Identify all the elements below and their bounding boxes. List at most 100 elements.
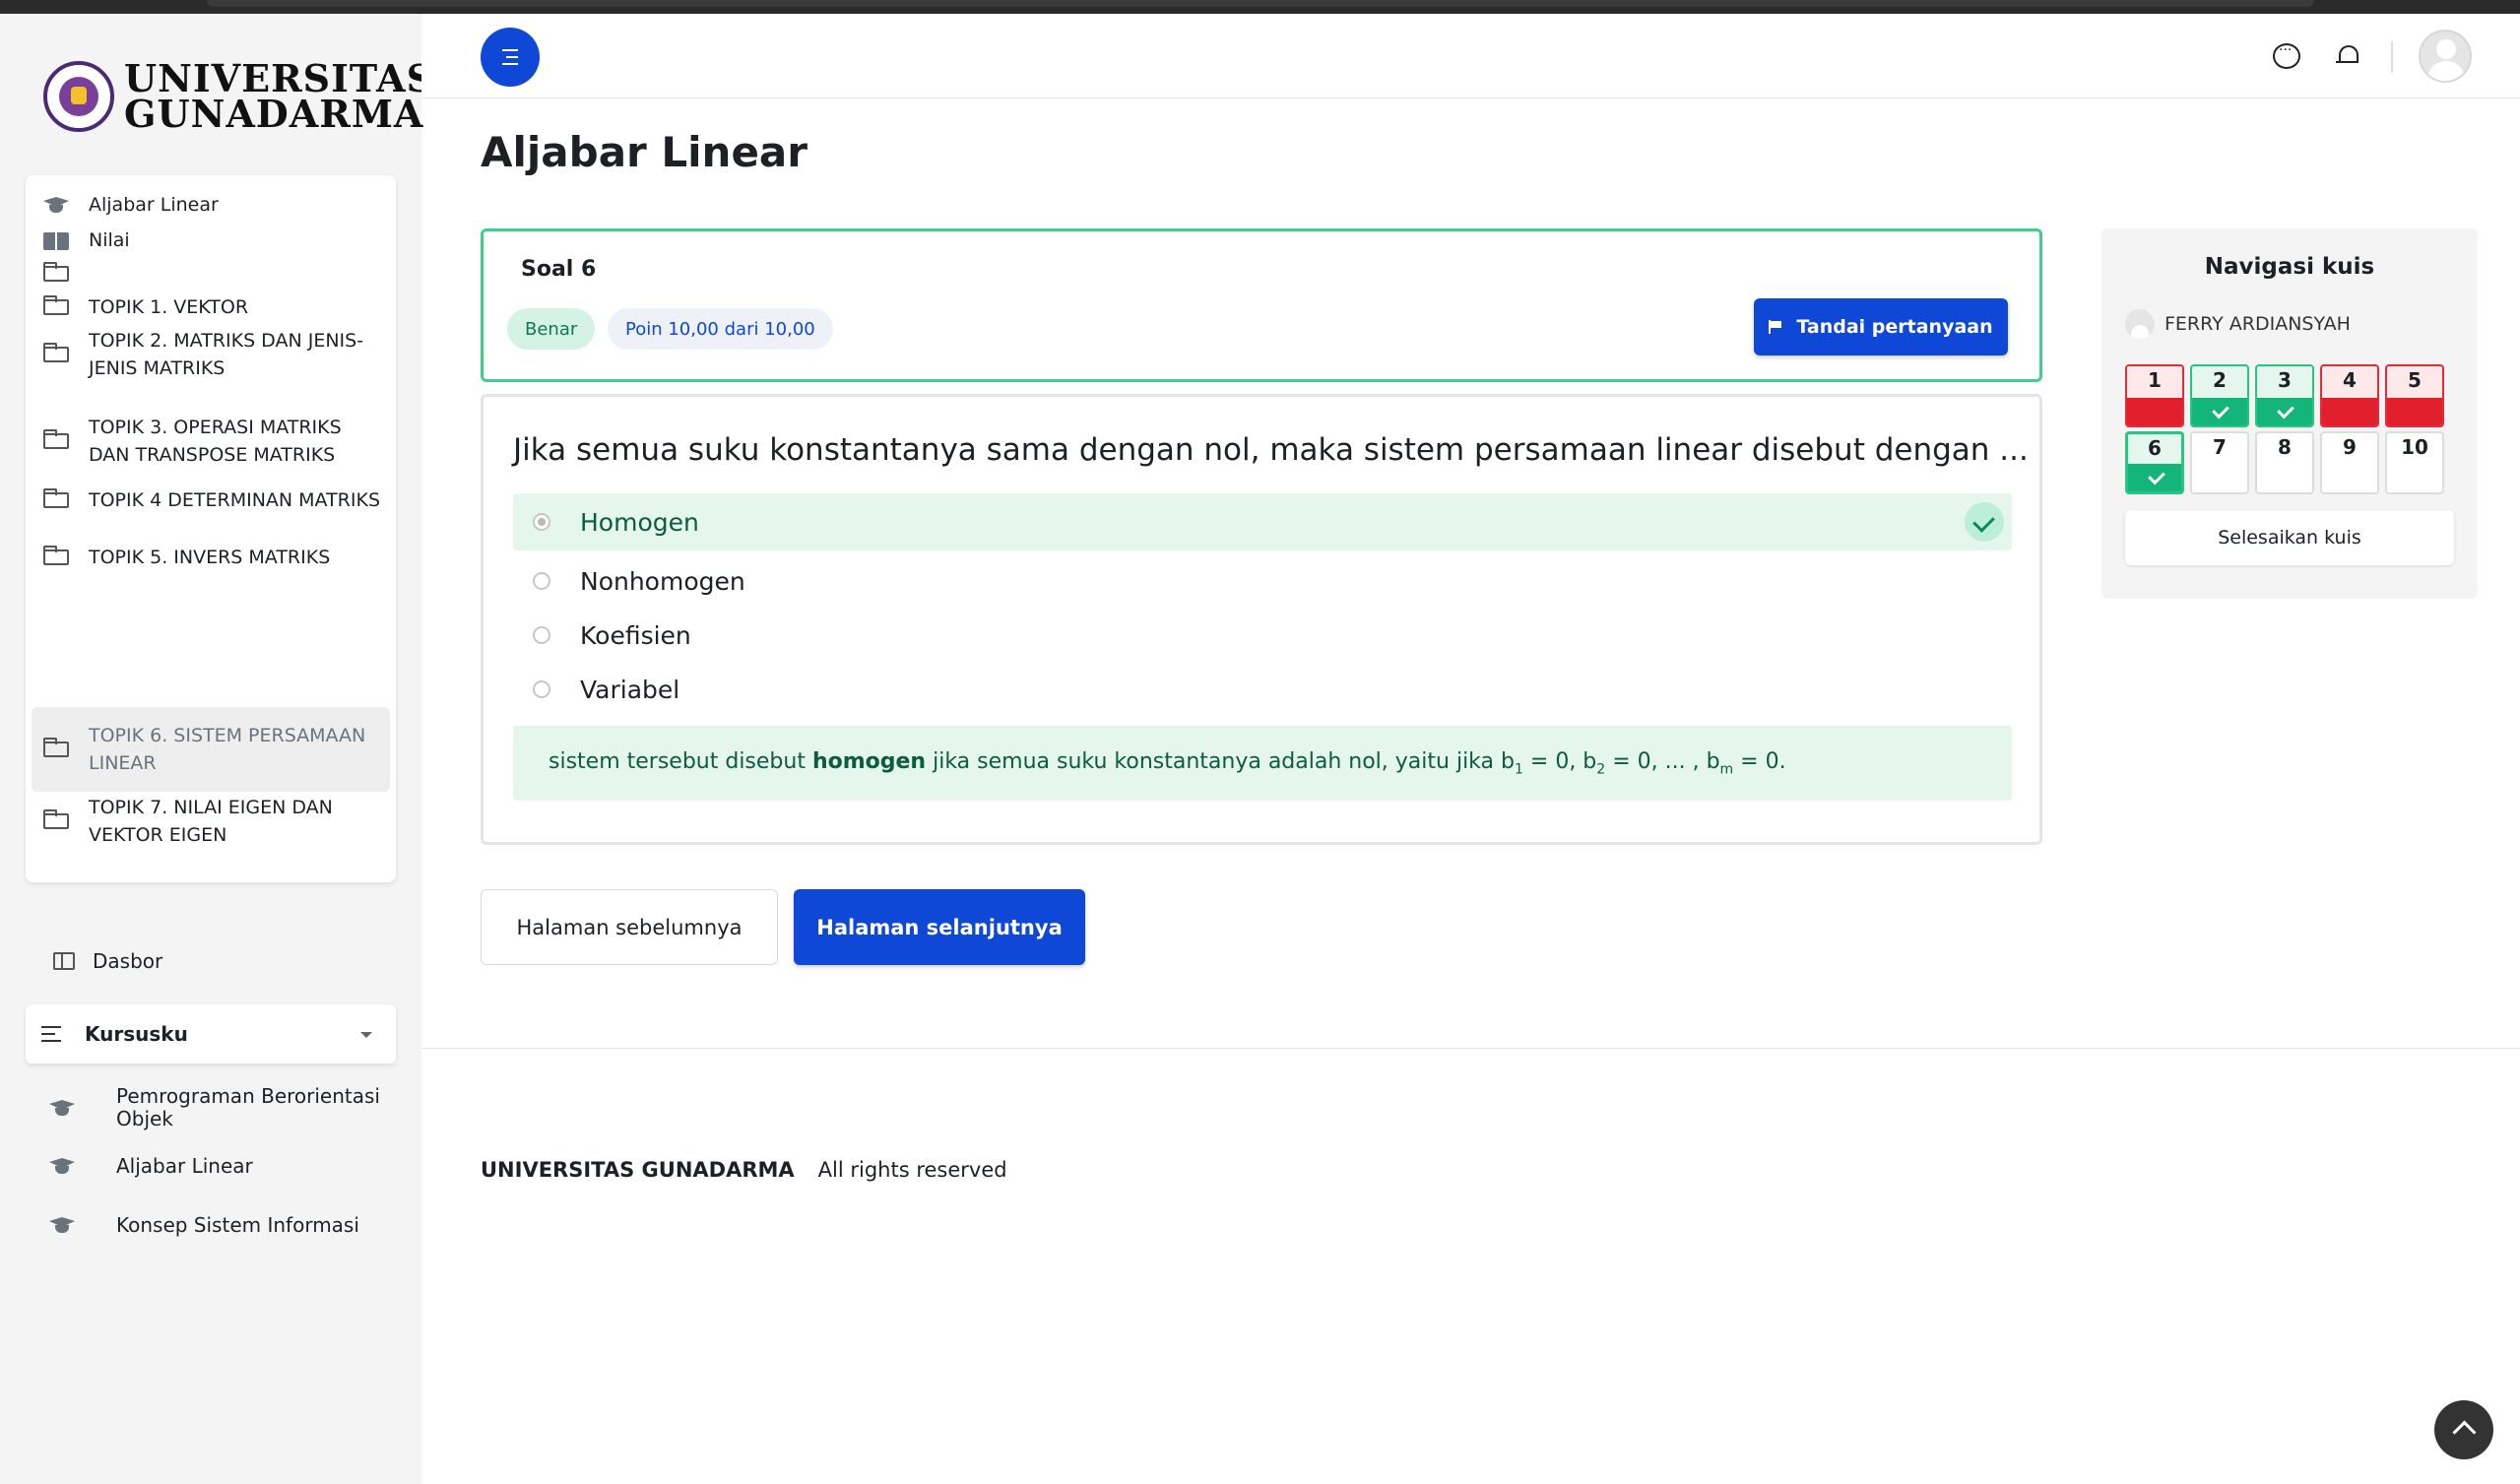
quiz-nav-question-button[interactable]: 10 bbox=[2385, 431, 2444, 494]
nav-dashboard[interactable]: Dasbor bbox=[53, 949, 162, 973]
question-info: Soal 6 Benar Poin 10,00 dari 10,00 Tanda… bbox=[481, 228, 2042, 382]
quiz-nav-question-button[interactable]: 1 bbox=[2125, 364, 2184, 427]
logo-text: UNIVERSITAS GUNADARMA bbox=[124, 60, 434, 136]
footer-rights: All rights reserved bbox=[817, 1158, 1007, 1182]
sidebar: UNIVERSITAS GUNADARMA Aljabar Linear Nil… bbox=[0, 14, 433, 1484]
course-index-label: TOPIK 6. SISTEM PERSAMAAN LINEAR bbox=[89, 725, 366, 774]
nav-dashboard-label: Dasbor bbox=[93, 949, 163, 973]
finish-quiz-button[interactable]: Selesaikan kuis bbox=[2125, 510, 2454, 565]
quiz-nav-question-button[interactable]: 7 bbox=[2190, 431, 2249, 494]
answer-option[interactable]: Homogen bbox=[513, 493, 2012, 550]
my-course-label: Pemrograman Berorientasi Objek bbox=[116, 1084, 380, 1130]
next-page-button[interactable]: Halaman selanjutnya bbox=[794, 889, 1085, 965]
logo-line2: GUNADARMA bbox=[124, 92, 424, 136]
page-title: Aljabar Linear bbox=[481, 128, 808, 176]
my-course-item[interactable]: Aljabar Linear bbox=[49, 1146, 384, 1186]
bell-icon[interactable] bbox=[2334, 43, 2361, 69]
course-index: Aljabar Linear Nilai TOPIK 1. VEKTOR TOP… bbox=[26, 175, 396, 882]
course-index-item-topic-1[interactable]: TOPIK 1. VEKTOR bbox=[26, 288, 396, 327]
window-top-bar bbox=[0, 0, 2520, 14]
quiz-nav-question-button[interactable]: 2 bbox=[2190, 364, 2249, 427]
quiz-nav-question-button[interactable]: 3 bbox=[2255, 364, 2314, 427]
course-index-label: TOPIK 1. VEKTOR bbox=[89, 296, 249, 318]
quiz-navigation: Navigasi kuis FERRY ARDIANSYAH 1 2 3 4 5… bbox=[2101, 228, 2478, 599]
back-to-top-button[interactable] bbox=[2434, 1400, 2493, 1459]
book-icon bbox=[43, 230, 69, 250]
answer-feedback: sistem tersebut disebut homogen jika sem… bbox=[513, 726, 2012, 801]
question-state-badge: Benar bbox=[507, 308, 596, 350]
course-index-label: TOPIK 7. NILAI EIGEN DAN VEKTOR EIGEN bbox=[89, 797, 333, 846]
quiz-nav-question-button[interactable]: 9 bbox=[2320, 431, 2379, 494]
my-course-label: Aljabar Linear bbox=[116, 1153, 253, 1178]
my-course-label: Konsep Sistem Informasi bbox=[116, 1212, 359, 1237]
folder-icon bbox=[43, 546, 69, 565]
user-icon bbox=[2125, 309, 2155, 339]
previous-page-button[interactable]: Halaman sebelumnya bbox=[481, 889, 778, 965]
footer: UNIVERSITAS GUNADARMA All rights reserve… bbox=[481, 1158, 1007, 1182]
list-icon bbox=[41, 1026, 61, 1042]
user-avatar[interactable] bbox=[2419, 30, 2472, 83]
university-logo[interactable]: UNIVERSITAS GUNADARMA bbox=[43, 60, 434, 136]
graduation-cap-icon bbox=[49, 1215, 75, 1235]
folder-icon bbox=[43, 262, 69, 282]
header-divider bbox=[2391, 41, 2393, 73]
answer-label: Koefisien bbox=[580, 620, 691, 650]
check-icon bbox=[1965, 502, 2004, 542]
quiz-user: FERRY ARDIANSYAH bbox=[2125, 309, 2351, 339]
answer-option[interactable]: Variabel bbox=[513, 661, 2012, 718]
university-seal-icon bbox=[43, 61, 114, 132]
answer-radio[interactable] bbox=[533, 572, 550, 590]
course-index-item-topic-5[interactable]: TOPIK 5. INVERS MATRIKS bbox=[26, 538, 396, 577]
answer-label: Nonhomogen bbox=[580, 566, 745, 596]
chat-icon[interactable] bbox=[2273, 42, 2300, 69]
folder-icon bbox=[43, 295, 69, 315]
question-number: Soal 6 bbox=[521, 257, 597, 282]
course-index-label: TOPIK 3. OPERASI MATRIKS DAN TRANSPOSE M… bbox=[89, 417, 342, 466]
course-index-item-topic-7[interactable]: TOPIK 7. NILAI EIGEN DAN VEKTOR EIGEN bbox=[26, 792, 396, 851]
answer-radio[interactable] bbox=[533, 680, 550, 698]
quiz-navigation-title: Navigasi kuis bbox=[2204, 254, 2375, 280]
footer-brand: UNIVERSITAS GUNADARMA bbox=[481, 1158, 795, 1182]
folder-icon bbox=[43, 738, 69, 757]
folder-icon bbox=[43, 488, 69, 508]
folder-icon bbox=[43, 343, 69, 362]
my-courses-label: Kursusku bbox=[85, 1022, 188, 1046]
flag-question-label: Tandai pertanyaan bbox=[1796, 316, 1993, 338]
quiz-nav-question-button[interactable]: 8 bbox=[2255, 431, 2314, 494]
footer-divider bbox=[421, 1048, 2520, 1049]
quiz-nav-question-button[interactable]: 5 bbox=[2385, 364, 2444, 427]
answer-label: Variabel bbox=[580, 675, 680, 704]
quiz-user-name: FERRY ARDIANSYAH bbox=[2165, 313, 2351, 335]
graduation-cap-icon bbox=[43, 195, 69, 215]
question-points-badge: Poin 10,00 dari 10,00 bbox=[608, 308, 833, 350]
answer-radio[interactable] bbox=[533, 513, 550, 531]
course-index-item-topic-4[interactable]: TOPIK 4 DETERMINAN MATRIKS bbox=[26, 481, 396, 520]
answer-option[interactable]: Koefisien bbox=[513, 607, 2012, 664]
dashboard-icon bbox=[53, 952, 75, 970]
drawer-toggle-button[interactable] bbox=[481, 28, 540, 87]
question-content: Jika semua suku konstantanya sama dengan… bbox=[481, 394, 2042, 845]
quiz-nav-question-button[interactable]: 4 bbox=[2320, 364, 2379, 427]
course-index-item-topic-3[interactable]: TOPIK 3. OPERASI MATRIKS DAN TRANSPOSE M… bbox=[26, 412, 396, 471]
chevron-down-icon bbox=[360, 1032, 372, 1038]
course-index-item-topic-2[interactable]: TOPIK 2. MATRIKS DAN JENIS-JENIS MATRIKS bbox=[26, 325, 396, 384]
quiz-nav-question-button[interactable]: 6 bbox=[2125, 431, 2184, 494]
answer-label: Homogen bbox=[580, 507, 699, 537]
my-course-item[interactable]: Pemrograman Berorientasi Objek bbox=[49, 1081, 384, 1134]
course-index-label: TOPIK 2. MATRIKS DAN JENIS-JENIS MATRIKS bbox=[89, 330, 364, 379]
course-index-item-topic-6[interactable]: TOPIK 6. SISTEM PERSAMAAN LINEAR bbox=[32, 707, 390, 792]
question-text: Jika semua suku konstantanya sama dengan… bbox=[513, 432, 2029, 468]
page-header bbox=[421, 14, 2520, 98]
answer-option[interactable]: Nonhomogen bbox=[513, 552, 2012, 610]
my-course-item[interactable]: Konsep Sistem Informasi bbox=[49, 1205, 384, 1245]
my-courses-toggle[interactable]: Kursusku bbox=[26, 1004, 396, 1064]
course-index-item-course[interactable]: Aljabar Linear bbox=[26, 185, 396, 225]
course-index-label: Aljabar Linear bbox=[89, 194, 219, 216]
course-index-label: TOPIK 5. INVERS MATRIKS bbox=[89, 547, 331, 568]
answer-radio[interactable] bbox=[533, 626, 550, 644]
flag-icon bbox=[1769, 320, 1782, 334]
flag-question-button[interactable]: Tandai pertanyaan bbox=[1754, 298, 2008, 355]
folder-icon bbox=[43, 429, 69, 449]
graduation-cap-icon bbox=[49, 1156, 75, 1176]
folder-icon bbox=[43, 809, 69, 829]
